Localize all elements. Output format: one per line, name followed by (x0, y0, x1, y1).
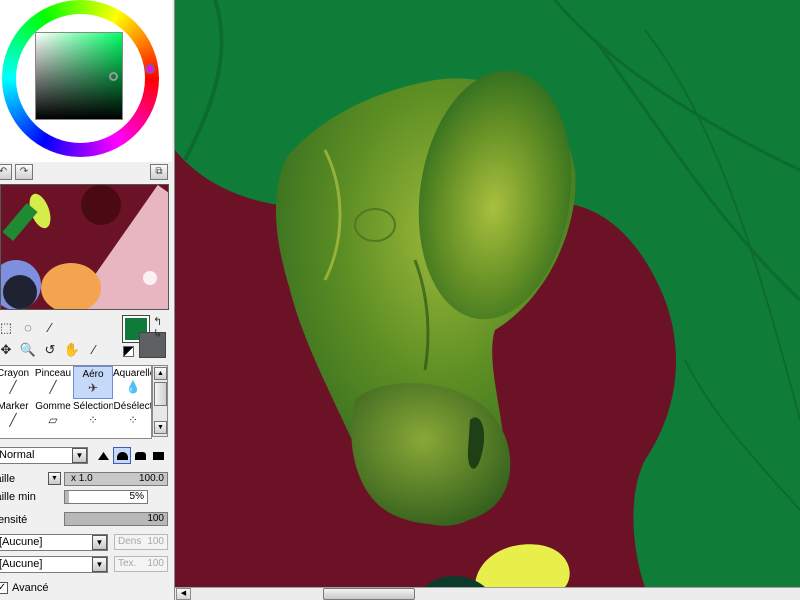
density-value: 100 (147, 513, 164, 524)
brush-label: Marker (0, 401, 29, 412)
redo-icon: ↷ (19, 166, 29, 177)
brush-icon: ╱ (9, 380, 17, 394)
brush-icon: ⁘ (127, 413, 139, 427)
chevron-down-icon[interactable]: ▼ (92, 535, 107, 550)
drawing-canvas[interactable] (175, 0, 800, 587)
min-size-value: 5% (129, 491, 144, 502)
brush-aro[interactable]: Aéro ✈ (73, 366, 113, 399)
density-slider[interactable]: 100 (64, 512, 168, 526)
navigator-preview[interactable] (0, 184, 169, 310)
tool-panel: ↶ ↷ ⧉ ⬚◌⁄✥🔍↺✋⁄ ↰↳ Crayon╱Pinceau╱Aéro✈Aq… (0, 0, 175, 600)
scroll-thumb[interactable] (323, 588, 415, 600)
min-size-slider[interactable]: 5% (64, 490, 148, 504)
brush-icon: ✈ (87, 381, 99, 395)
brush-gomme[interactable]: Gomme ▱ (33, 399, 73, 432)
chevron-down-icon[interactable]: ▼ (72, 448, 87, 463)
advanced-label: Avancé (12, 582, 49, 594)
brush-marker[interactable]: Marker ╱ (0, 399, 33, 432)
navigator-button[interactable]: ⧉ (150, 164, 168, 180)
min-size-label: Taille min (0, 491, 36, 503)
brush-icon: ╱ (49, 380, 57, 394)
texture-strength-label: Tex. (118, 558, 137, 569)
brush-label: Aquarelle (113, 368, 152, 379)
brush-label: Crayon (0, 368, 30, 379)
brush-shape-dome[interactable] (113, 447, 131, 464)
horizontal-scrollbar[interactable]: ◀ (175, 587, 800, 600)
undo-button[interactable]: ↶ (0, 164, 12, 180)
chevron-down-icon[interactable]: ▼ (92, 557, 107, 572)
density-label: Densité (0, 514, 28, 526)
texture-density-value: 100 (147, 536, 164, 547)
size-label: Taille (0, 473, 16, 485)
brush-shape-flat-dome[interactable] (131, 447, 149, 464)
brush-scrollbar[interactable]: ▲ ▼ (152, 365, 168, 437)
swap-colors-icon[interactable]: ↰ ↳ (153, 316, 162, 340)
brush-label: Désélect (113, 401, 152, 412)
size-value: 100.0 (138, 473, 164, 484)
brush-icon: ⁘ (87, 413, 99, 427)
blend-mode-value: Normal (0, 449, 35, 461)
brush-icon: ╱ (9, 413, 17, 427)
magic-wand-icon[interactable]: ⁄ (40, 319, 60, 337)
texture-strength-value: 100 (147, 558, 164, 569)
scroll-left-icon[interactable]: ◀ (176, 588, 191, 600)
min-size-fill (65, 491, 70, 503)
advanced-checkbox[interactable]: ✓ (0, 582, 8, 594)
brush-label: Sélection (73, 401, 113, 412)
sv-cursor[interactable] (109, 72, 118, 81)
hand-icon[interactable]: ✋ (62, 341, 82, 359)
brush-grid: Crayon ╱ Pinceau ╱ Aéro ✈ Aquarelle 💧 Marker ╱ Gom… (0, 365, 152, 439)
brush-icon: 💧 (125, 380, 141, 394)
lasso-icon[interactable]: ◌ (18, 319, 38, 337)
brush-slection[interactable]: Sélection ⁘ (73, 399, 113, 432)
scroll-down-icon[interactable]: ▼ (154, 421, 167, 434)
brush-shape-square[interactable] (149, 447, 167, 464)
brush-dslect[interactable]: Désélect ⁘ (113, 399, 152, 432)
brush-label: Pinceau (34, 368, 72, 379)
hue-cursor[interactable] (145, 64, 155, 74)
texture-density-field: Dens 100 (114, 534, 168, 550)
brush-aquarelle[interactable]: Aquarelle 💧 (113, 366, 152, 399)
size-slider[interactable]: x 1.0 100.0 (64, 472, 168, 486)
undo-icon: ↶ (0, 166, 7, 177)
size-multiplier-dropdown[interactable]: ▼ (48, 472, 61, 485)
color-picker (0, 0, 172, 162)
navigator-icon: ⧉ (155, 166, 163, 177)
brush-crayon[interactable]: Crayon ╱ (0, 366, 33, 399)
eyedropper-icon[interactable]: ⁄ (84, 341, 104, 359)
artwork (175, 0, 800, 587)
scroll-up-icon[interactable]: ▲ (154, 367, 167, 380)
move-icon[interactable]: ✥ (0, 341, 16, 359)
zoom-icon[interactable]: 🔍 (18, 341, 38, 359)
brush-label: Aéro (82, 369, 104, 380)
brush-shape-cone[interactable] (94, 447, 112, 464)
redo-button[interactable]: ↷ (15, 164, 33, 180)
texture-density-label: Dens (118, 536, 142, 547)
texture-strength-field: Tex. 100 (114, 556, 168, 572)
brush-icon: ▱ (48, 413, 58, 427)
size-multiplier: x 1.0 (71, 473, 93, 484)
brush-texture-value: [Aucune] (0, 558, 43, 570)
brush-label: Gomme (35, 401, 71, 412)
reset-colors-icon[interactable] (123, 346, 134, 357)
rotate-icon[interactable]: ↺ (40, 341, 60, 359)
paper-texture-value: [Aucune] (0, 536, 43, 548)
scroll-thumb[interactable] (154, 382, 167, 406)
brush-pinceau[interactable]: Pinceau ╱ (33, 366, 73, 399)
rect-select-icon[interactable]: ⬚ (0, 319, 16, 337)
